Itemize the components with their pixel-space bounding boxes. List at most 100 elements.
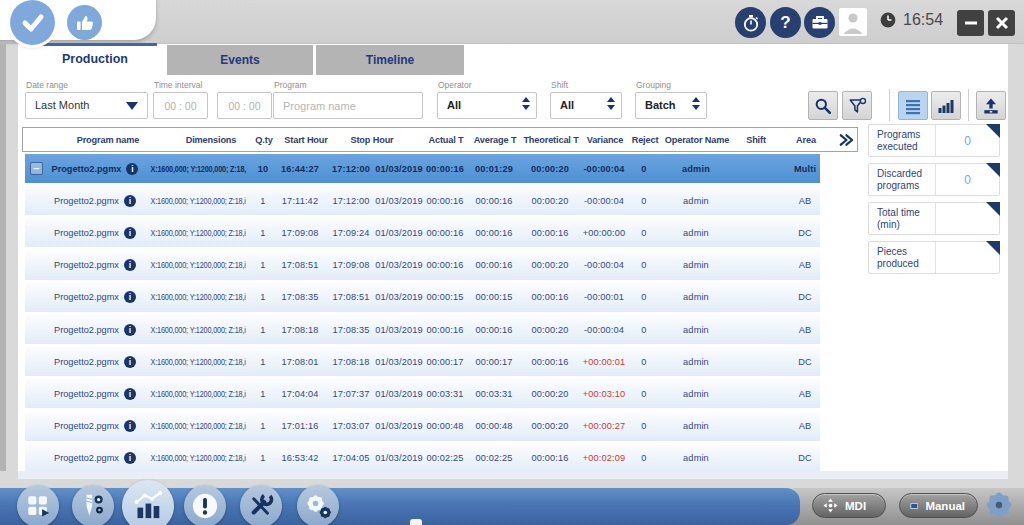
cell-actual: 00:00:48 (422, 421, 468, 431)
minimize-button[interactable] (957, 10, 984, 36)
table-row[interactable]: Progetto2.pgmxiX:1600,000; Y:1200,000; Z… (25, 218, 820, 247)
cell-average: 00:00:16 (468, 325, 520, 335)
table-row[interactable]: Progetto2.pgmx i X:1600,000; Y:1200,000; Z… (25, 186, 820, 215)
cell-program: Progetto2.pgmxi (46, 291, 144, 303)
table-row[interactable]: Progetto2.pgmxiX:1600,000; Y:1200,000; Z… (25, 412, 820, 441)
cell-reject: 0 (628, 453, 660, 463)
toolbar-separator (889, 89, 890, 121)
cell-date: 01/03/2019 (376, 325, 422, 335)
cell-dims: X:1600,000; Y:1200,000; Z:18,i (144, 260, 252, 270)
cell-program: Progetto2.pgmx i (46, 195, 144, 207)
bottom-settings-button[interactable] (984, 490, 1014, 520)
cell-stop: 17:07:37 (326, 389, 376, 399)
cell-theoretical: 00:00:20 (520, 421, 580, 431)
alarms-nav-button[interactable] (184, 485, 226, 525)
cell-theoretical: 00:00:20 (520, 389, 580, 399)
gear-icon (984, 490, 1014, 520)
close-button[interactable] (988, 10, 1015, 36)
chart-view-button[interactable] (931, 91, 961, 120)
cell-average: 00:00:16 (468, 196, 520, 206)
cell-average: 00:00:16 (468, 260, 520, 270)
minimize-icon (964, 16, 978, 30)
status-check-badge[interactable] (10, 0, 55, 45)
info-icon[interactable]: i (124, 195, 136, 207)
cell-operator: admin (660, 164, 732, 174)
info-icon[interactable]: i (124, 356, 136, 368)
question-mark-icon: ? (780, 13, 790, 33)
info-icon[interactable]: i (124, 388, 136, 400)
list-view-button[interactable] (898, 91, 928, 120)
table-row[interactable]: Progetto2.pgmxiX:1600,000; Y:1200,000; Z… (25, 283, 820, 312)
table-row[interactable]: Progetto2.pgmxiX:1600,000; Y:1200,000; Z… (25, 251, 820, 280)
cell-area: DC (778, 292, 820, 302)
statistics-nav-button-active[interactable] (122, 480, 174, 525)
cell-theoretical: 00:00:20 (520, 164, 580, 174)
settings-nav-button[interactable] (297, 485, 339, 525)
clock-icon (880, 12, 896, 28)
gears-icon (301, 489, 335, 523)
summary-card-label: Total time (min) (869, 203, 935, 234)
cell-start: 17:11:42 (274, 196, 326, 206)
summary-card-label: Programs executed (869, 125, 935, 156)
collapse-row-button[interactable]: – (30, 162, 43, 175)
thumbs-up-button[interactable] (67, 5, 102, 40)
machining-nav-button[interactable] (72, 485, 114, 525)
user-icon (839, 8, 867, 36)
program-name: Progetto2.pgmx (54, 196, 119, 206)
cell-operator: admin (660, 357, 732, 367)
info-icon[interactable]: i (124, 452, 136, 464)
table-row[interactable]: Progetto2.pgmxiX:1600,000; Y:1200,000; Z… (25, 315, 820, 344)
info-icon[interactable]: i (124, 227, 136, 239)
export-button[interactable] (976, 91, 1006, 120)
info-icon[interactable]: i (124, 420, 136, 432)
cell-reject: 0 (628, 421, 660, 431)
program-name: Progetto2.pgmx (54, 421, 119, 431)
cell-area: AB (778, 260, 820, 270)
cell-operator: admin (660, 389, 732, 399)
dimensions-text: X:1600,000; Y:1200,000; Z:18,i (150, 453, 245, 463)
cell-average: 00:00:16 (468, 228, 520, 238)
info-icon[interactable]: i (126, 163, 138, 175)
corner-triangle-icon (986, 241, 1000, 255)
cell-reject: 0 (628, 260, 660, 270)
cell-operator: admin (660, 292, 732, 302)
cell-dims: X:1600,000; Y:1200,000; Z:18, (144, 164, 252, 174)
cell-variance: -00:00:04 (580, 164, 628, 174)
modules-nav-button[interactable] (17, 485, 59, 525)
manual-mode-button[interactable]: Manual (899, 493, 978, 518)
alert-icon (188, 489, 222, 523)
cell-variance: -00:00:04 (580, 325, 628, 335)
table-row[interactable]: Progetto2.pgmxiX:1600,000; Y:1200,000; Z… (25, 347, 820, 376)
cell-qty: 1 (252, 292, 274, 302)
summary-card[interactable]: Pieces produced (868, 241, 1000, 274)
user-avatar[interactable] (839, 8, 867, 36)
cell-start: 16:44:27 (274, 164, 326, 174)
cell-area: AB (778, 389, 820, 399)
mdi-button[interactable]: MDI (812, 493, 886, 518)
dimensions-text: X:1600,000; Y:1200,000; Z:18,i (150, 196, 245, 206)
table-row[interactable]: –Progetto2.pgmxiX:1600,000; Y:1200,000; … (25, 154, 820, 183)
cell-theoretical: 00:00:20 (520, 260, 580, 270)
table-row[interactable]: Progetto2.pgmxiX:1600,000; Y:1200,000; Z… (25, 444, 820, 471)
info-icon[interactable]: i (124, 259, 136, 271)
program-name: Progetto2.pgmx (54, 389, 119, 399)
summary-card[interactable]: Discarded programs0 (868, 163, 1000, 196)
info-icon[interactable]: i (124, 324, 136, 336)
stopwatch-button[interactable] (735, 7, 766, 38)
info-icon[interactable]: i (124, 291, 136, 303)
panel-bottom-shadow (18, 471, 1008, 479)
cell-variance: +00:00:01 (580, 357, 628, 367)
cell-reject: 0 (628, 228, 660, 238)
toolbox-button[interactable] (804, 7, 835, 38)
cell-date: 01/03/2019 (376, 453, 422, 463)
cell-stop: 17:09:24 (326, 228, 376, 238)
filter-button[interactable] (842, 91, 872, 120)
summary-card[interactable]: Programs executed0 (868, 124, 1000, 157)
table-row[interactable]: Progetto2.pgmxiX:1600,000; Y:1200,000; Z… (25, 379, 820, 408)
program-name: Progetto2.pgmx (54, 228, 119, 238)
program-name: Progetto2.pgmx (54, 325, 119, 335)
summary-card-label: Pieces produced (869, 242, 935, 273)
tools-nav-button[interactable] (240, 485, 282, 525)
help-button[interactable]: ? (770, 7, 801, 38)
summary-card[interactable]: Total time (min) (868, 202, 1000, 235)
